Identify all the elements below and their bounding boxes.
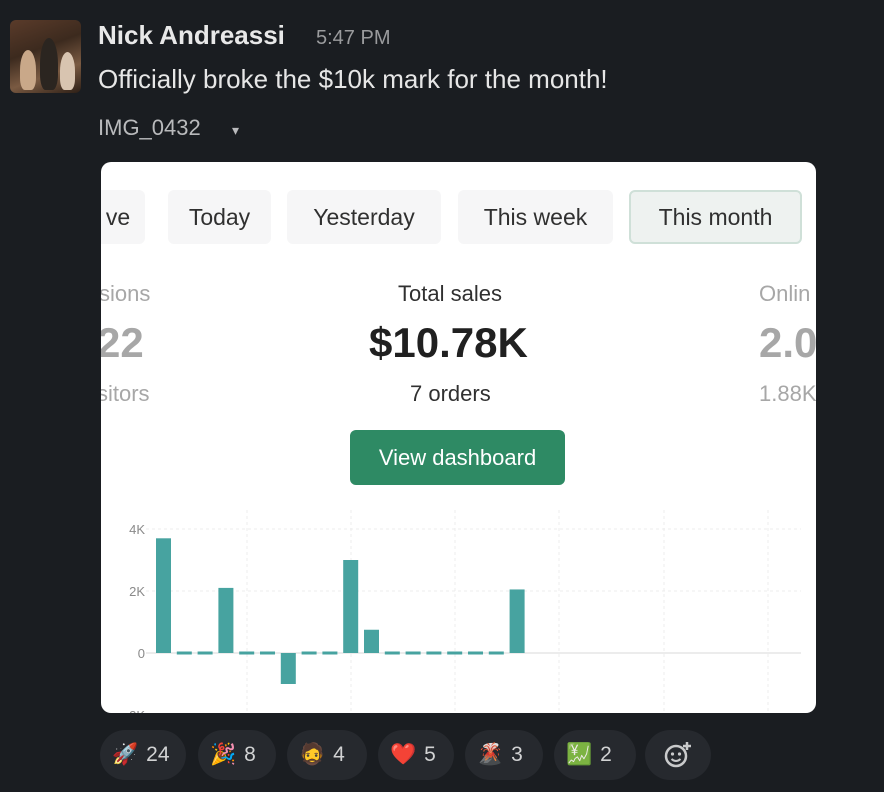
volcano-icon: 🌋 [477, 743, 504, 766]
reaction-count: 2 [600, 743, 612, 766]
reaction-count: 24 [146, 743, 170, 766]
chart-bar [156, 538, 171, 653]
reaction-count: 3 [511, 743, 523, 766]
visitors-label: sitors [101, 381, 150, 406]
chart-bar [447, 651, 463, 655]
chart-bar [218, 587, 234, 653]
chart-bar [260, 651, 275, 655]
chart-bar [488, 651, 504, 655]
chart-bar [384, 651, 400, 655]
online-value: 2.0 [759, 319, 816, 366]
message-text: Officially broke the $10k mark for the m… [98, 64, 608, 94]
message-author[interactable]: Nick Andreassi [98, 20, 285, 51]
tab-this-month[interactable]: This month [629, 190, 802, 244]
chart-bar [280, 653, 296, 684]
tab-this-week[interactable]: This week [458, 190, 613, 244]
orders-count: 7 orders [410, 381, 491, 406]
reaction-count: 8 [244, 743, 256, 766]
reaction-pill[interactable]: 💹 2 [554, 730, 636, 780]
online-sub: 1.88K [759, 381, 816, 406]
y-tick-label: -2K [125, 708, 146, 713]
chart-bar [509, 589, 525, 653]
avatar-figure [40, 38, 58, 90]
chart-bar [197, 651, 213, 655]
chart-bar [322, 651, 338, 655]
message-timestamp[interactable]: 5:47 PM [316, 27, 390, 50]
chart-bar [364, 629, 379, 653]
rocket-icon: 🚀 [112, 743, 139, 766]
reaction-pill[interactable]: 🧔 4 [287, 730, 367, 780]
image-preview[interactable]: ve Today Yesterday This week This month … [101, 162, 816, 713]
chart-bar [343, 560, 359, 653]
chart-bar [426, 651, 442, 655]
reaction-pill[interactable]: 🎉 8 [198, 730, 276, 780]
sessions-value: 22 [101, 319, 144, 366]
chevron-down-icon[interactable]: ▾ [232, 122, 239, 139]
file-name[interactable]: IMG_0432 [98, 115, 201, 141]
avatar[interactable] [10, 20, 81, 93]
y-tick-label: 4K [129, 522, 145, 537]
chart-bar [239, 651, 255, 655]
reaction-pill[interactable]: 🚀 24 [100, 730, 186, 780]
reaction-count: 4 [333, 743, 345, 766]
chart-yen-icon: 💹 [566, 743, 593, 766]
chart-bar [405, 651, 421, 655]
add-emoji-icon [664, 742, 691, 768]
y-tick-label: 2K [129, 584, 145, 599]
tab-live[interactable]: ve [101, 190, 145, 244]
bearded-face-icon: 🧔 [299, 743, 326, 766]
tab-today[interactable]: Today [168, 190, 271, 244]
y-tick-label: 0 [138, 646, 145, 661]
reaction-pill[interactable]: 🌋 3 [465, 730, 543, 780]
avatar-figure [60, 52, 75, 90]
reaction-pill[interactable]: ❤️ 5 [378, 730, 454, 780]
avatar-figure [20, 50, 36, 90]
reaction-count: 5 [424, 743, 436, 766]
chart-bar [301, 651, 317, 655]
chart-bar [176, 651, 192, 655]
total-sales-label: Total sales [398, 281, 502, 306]
sales-chart: 4K 2K 0 -2K [125, 510, 801, 713]
party-popper-icon: 🎉 [210, 743, 237, 766]
online-label: Onlin [759, 281, 811, 306]
tab-yesterday[interactable]: Yesterday [287, 190, 441, 244]
chart-bar [468, 651, 483, 655]
heart-icon: ❤️ [390, 743, 417, 766]
add-reaction-button[interactable] [645, 730, 711, 780]
sessions-label: sions [101, 281, 151, 306]
total-sales-value: $10.78K [369, 319, 528, 366]
view-dashboard-button[interactable]: View dashboard [350, 430, 565, 485]
